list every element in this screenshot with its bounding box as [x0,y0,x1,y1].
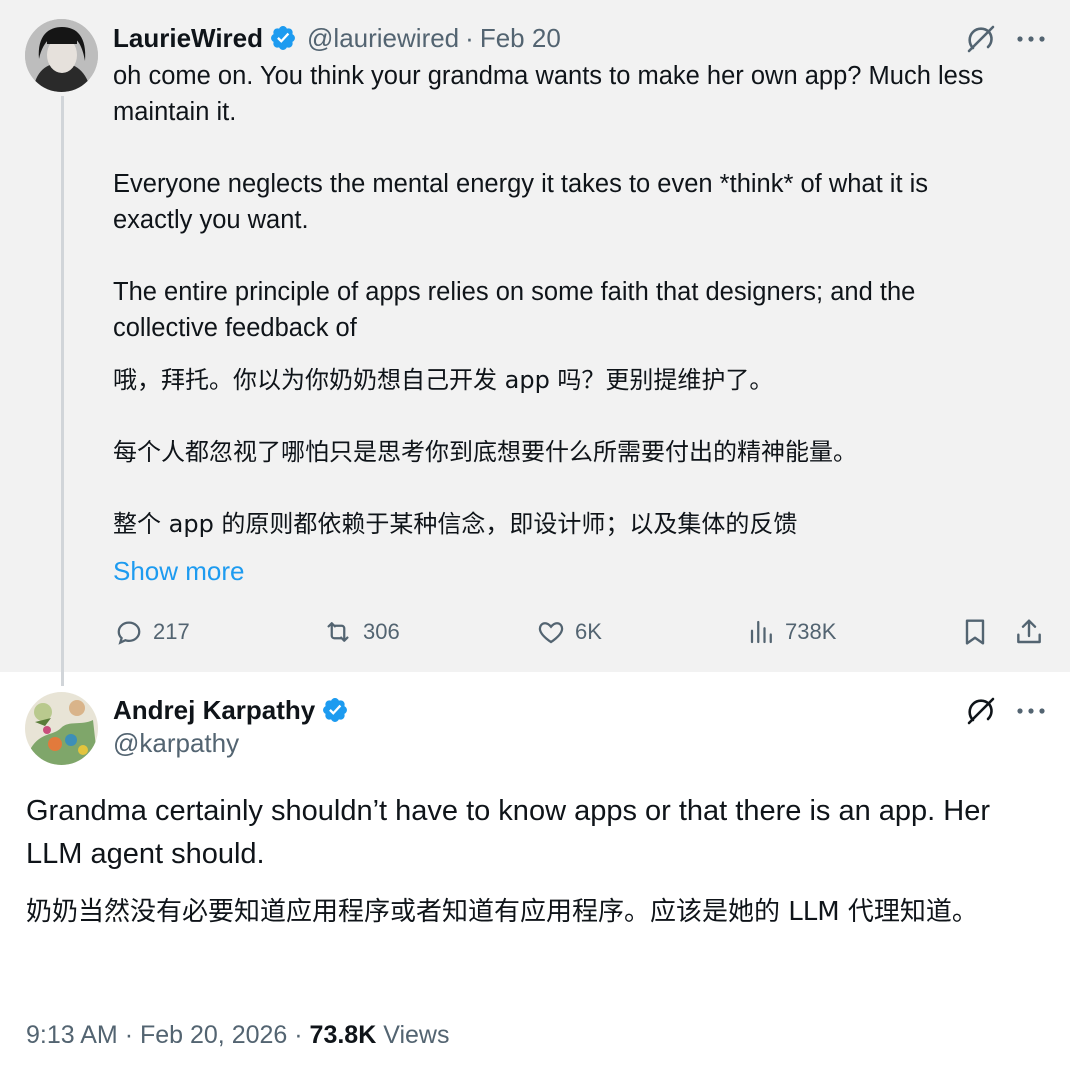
tweet-text-paragraph: oh come on. You think your grandma wants… [113,62,984,126]
views-count: 738K [785,619,837,644]
tweet-meta: 9:13 AM · Feb 20, 2026 · 73.8K Views [26,1021,449,1050]
more-options-icon[interactable] [1014,22,1048,56]
reply-icon [117,621,141,645]
share-icon [1017,619,1041,644]
reply-button[interactable]: 217 [113,612,190,652]
share-button[interactable] [1013,612,1053,652]
views-button[interactable]: 738K [747,612,836,652]
reply-count: 217 [153,619,190,644]
verified-badge-icon [269,24,297,52]
thread-connector-line [61,96,64,686]
tweet-actions-bar: 217 306 6K 738K [113,612,1053,652]
separator-dot: · [124,1021,134,1049]
author-name[interactable]: Andrej Karpathy [113,695,315,726]
avatar-image [25,19,98,92]
separator-dot: · [294,1021,303,1049]
avatar[interactable] [25,692,98,765]
parent-tweet[interactable]: LaurieWired @lauriewired · Feb 20 oh com… [0,0,1070,686]
main-tweet-header: Andrej Karpathy [113,692,349,728]
views-count: 73.8K [309,1021,377,1049]
tweet-date[interactable]: Feb 20, 2026 [140,1021,287,1049]
main-tweet-translation: 奶奶当然没有必要知道应用程序或者知道有应用程序。应该是她的 LLM 代理知道。 [26,897,978,927]
translation-paragraph: 哦，拜托。你以为你奶奶想自己开发 app 吗？更别提维护了。 [113,366,774,394]
grok-icon[interactable] [964,22,998,56]
heart-icon [538,622,564,644]
separator-dot: · [465,22,474,53]
verified-badge-icon [321,696,349,724]
bookmark-button[interactable] [959,612,999,652]
analytics-icon [750,620,772,644]
repost-count: 306 [363,619,400,644]
author-name[interactable]: LaurieWired [113,23,263,54]
parent-tweet-header: LaurieWired @lauriewired · Feb 20 [113,20,561,56]
tweet-time[interactable]: 9:13 AM [26,1021,118,1049]
main-tweet-text: Grandma certainly shouldn’t have to know… [26,795,990,870]
repost-icon [327,622,349,642]
grok-icon[interactable] [964,694,998,728]
translation-paragraph: 整个 app 的原则都依赖于某种信念，即设计师；以及集体的反馈 [113,510,798,538]
avatar[interactable] [25,19,98,92]
avatar-image [25,692,98,765]
like-count: 6K [575,619,602,644]
translation-block: 哦，拜托。你以为你奶奶想自己开发 app 吗？更别提维护了。 每个人都忽视了哪怕… [113,362,1013,542]
like-button[interactable]: 6K [535,612,602,652]
repost-button[interactable]: 306 [321,612,400,652]
author-handle[interactable]: @karpathy [113,728,239,759]
tweet-date[interactable]: Feb 20 [480,23,561,54]
views-label: Views [383,1021,450,1049]
author-handle[interactable]: @lauriewired [307,23,459,54]
show-more-link[interactable]: Show more [113,556,245,587]
tweet-text-paragraph: Everyone neglects the mental energy it t… [113,170,929,234]
parent-tweet-text: oh come on. You think your grandma wants… [113,58,1013,542]
tweet-text-paragraph: The entire principle of apps relies on s… [113,278,916,342]
bookmark-icon [965,619,985,645]
translation-paragraph: 每个人都忽视了哪怕只是思考你到底想要什么所需要付出的精神能量。 [113,438,857,466]
more-options-icon[interactable] [1014,694,1048,728]
